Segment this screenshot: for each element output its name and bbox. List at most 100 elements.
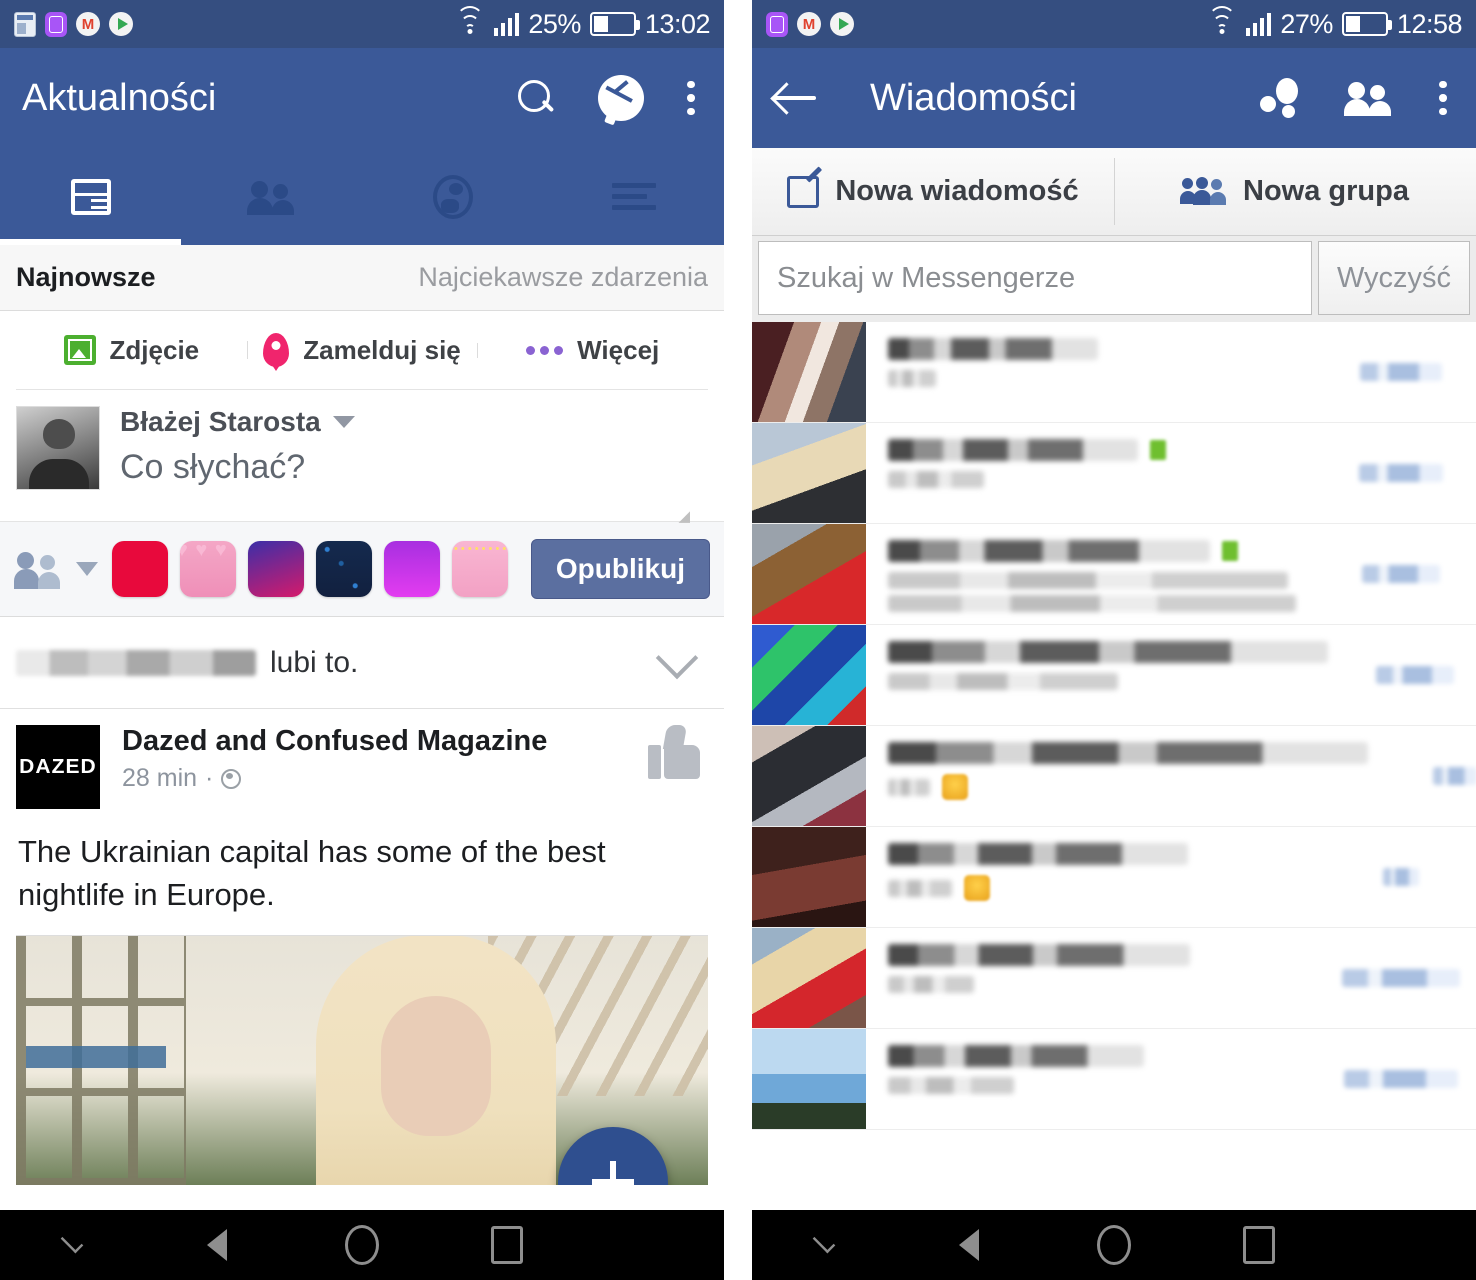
avatar: [752, 423, 866, 523]
right-status-indicators: 27% 12:58: [1207, 6, 1463, 40]
avatar: [752, 928, 866, 1028]
story-like-text: lubi to.: [270, 645, 359, 679]
wifi-icon: [455, 6, 485, 36]
photo-detail-blue: [26, 1045, 166, 1068]
background-swatch[interactable]: [384, 541, 440, 597]
back-arrow-icon[interactable]: [774, 80, 818, 116]
play-store-icon: [109, 12, 133, 36]
list-item[interactable]: [752, 625, 1476, 726]
floating-action-button[interactable]: [558, 1126, 668, 1185]
background-swatch[interactable]: [180, 541, 236, 597]
list-item[interactable]: [752, 928, 1476, 1029]
conversation-timestamp: [1340, 625, 1476, 725]
conversation-snippet: [888, 370, 936, 387]
conversation-name: [888, 742, 1368, 764]
messenger-active-icon[interactable]: [1260, 78, 1300, 118]
avatar: [752, 827, 866, 927]
thumbs-up-icon[interactable]: [648, 725, 700, 779]
overflow-menu-icon[interactable]: [686, 80, 696, 116]
conversation-name: [888, 1045, 1144, 1067]
conversation-text: [866, 524, 1326, 624]
composer-resize-handle[interactable]: [120, 487, 708, 525]
battery-icon: [589, 12, 640, 36]
wifi-icon: [1207, 6, 1237, 36]
post-page-name[interactable]: Dazed and Confused Magazine: [122, 725, 626, 758]
page-logo-text: DAZED: [19, 755, 97, 778]
header-actions: [516, 75, 696, 121]
chevron-down-icon[interactable]: [655, 636, 699, 679]
sort-secondary-label[interactable]: Najciekawsze zdarzenia: [418, 262, 708, 293]
new-group-people-icon[interactable]: [1342, 80, 1396, 116]
list-item[interactable]: [752, 726, 1476, 827]
background-swatch[interactable]: [248, 541, 304, 597]
conversation-timestamp: [1380, 726, 1476, 826]
chevron-down-icon[interactable]: [332, 416, 355, 428]
home-button[interactable]: [290, 1225, 435, 1265]
home-button[interactable]: [1042, 1225, 1187, 1265]
compose-icon: [787, 175, 820, 208]
search-icon[interactable]: [516, 78, 556, 118]
location-pin-icon: [263, 333, 290, 367]
group-icon: [1180, 176, 1227, 207]
left-tab-bar: [0, 148, 724, 245]
conversation-timestamp: [1326, 827, 1476, 927]
composer-photo-button[interactable]: Zdjęcie: [16, 335, 247, 366]
tab-news-feed[interactable]: [0, 148, 181, 245]
composer-checkin-button[interactable]: Zamelduj się: [246, 333, 478, 367]
background-swatch[interactable]: [112, 541, 168, 597]
recents-button[interactable]: [1186, 1226, 1331, 1264]
avatar: [752, 322, 866, 422]
tab-menu[interactable]: [543, 148, 724, 245]
list-item[interactable]: [752, 827, 1476, 928]
story-like-row[interactable]: lubi to.: [0, 617, 724, 709]
background-swatch[interactable]: [316, 541, 372, 597]
hide-nav-button[interactable]: [0, 1230, 145, 1254]
composer-input[interactable]: Co słychać?: [120, 448, 708, 487]
audience-selector[interactable]: [14, 549, 98, 589]
tab-notifications[interactable]: [362, 148, 543, 245]
battery-icon: [1341, 12, 1392, 36]
conversation-list: [752, 322, 1476, 1130]
list-item[interactable]: [752, 322, 1476, 423]
back-button[interactable]: [897, 1224, 1042, 1266]
publish-button[interactable]: Opublikuj: [530, 539, 710, 599]
panel-gap: [724, 0, 752, 1280]
tab-friends[interactable]: [181, 148, 362, 245]
clear-search-button[interactable]: Wyczyść: [1318, 241, 1470, 315]
left-panel-news-feed: M 25% 13:02 Aktualności Najnowsze Najcie…: [0, 0, 724, 1280]
avatar: [752, 625, 866, 725]
right-status-bar: M 27% 12:58: [752, 0, 1476, 48]
battery-percent-label: 25%: [528, 8, 581, 39]
left-status-app-icons: M: [14, 11, 133, 37]
conversation-snippet: [888, 778, 930, 796]
recents-button[interactable]: [434, 1226, 579, 1264]
overflow-menu-icon[interactable]: [1438, 80, 1448, 116]
list-item[interactable]: [752, 423, 1476, 524]
messenger-icon[interactable]: [598, 75, 644, 121]
circle-home-icon: [1096, 1225, 1131, 1265]
search-input[interactable]: Szukaj w Messengerze: [758, 241, 1312, 315]
sort-primary-label[interactable]: Najnowsze: [16, 262, 156, 293]
signal-icon: [493, 12, 520, 36]
square-recents-icon: [490, 1226, 523, 1264]
back-button[interactable]: [145, 1224, 290, 1266]
post-photo[interactable]: [16, 934, 708, 1185]
conversation-name: [888, 641, 1328, 663]
background-swatch[interactable]: [452, 541, 508, 597]
globe-icon: [221, 768, 242, 789]
post-separator: ·: [205, 764, 214, 792]
list-item[interactable]: [752, 1029, 1476, 1130]
triangle-back-icon: [957, 1224, 982, 1266]
list-item[interactable]: [752, 524, 1476, 625]
composer-author-row[interactable]: Błażej Starosta: [120, 406, 708, 438]
composer-checkin-label: Zamelduj się: [303, 334, 461, 365]
triangle-back-icon: [205, 1224, 230, 1266]
hide-nav-button[interactable]: [752, 1230, 897, 1254]
new-message-button[interactable]: Nowa wiadomość: [752, 148, 1114, 235]
globe-icon: [432, 174, 473, 219]
composer-more-button[interactable]: Więcej: [477, 335, 708, 366]
composer-author-name: Błażej Starosta: [120, 406, 321, 437]
new-group-button[interactable]: Nowa grupa: [1114, 148, 1476, 235]
page-avatar[interactable]: DAZED: [16, 725, 100, 809]
emoji-icon: [964, 875, 990, 901]
